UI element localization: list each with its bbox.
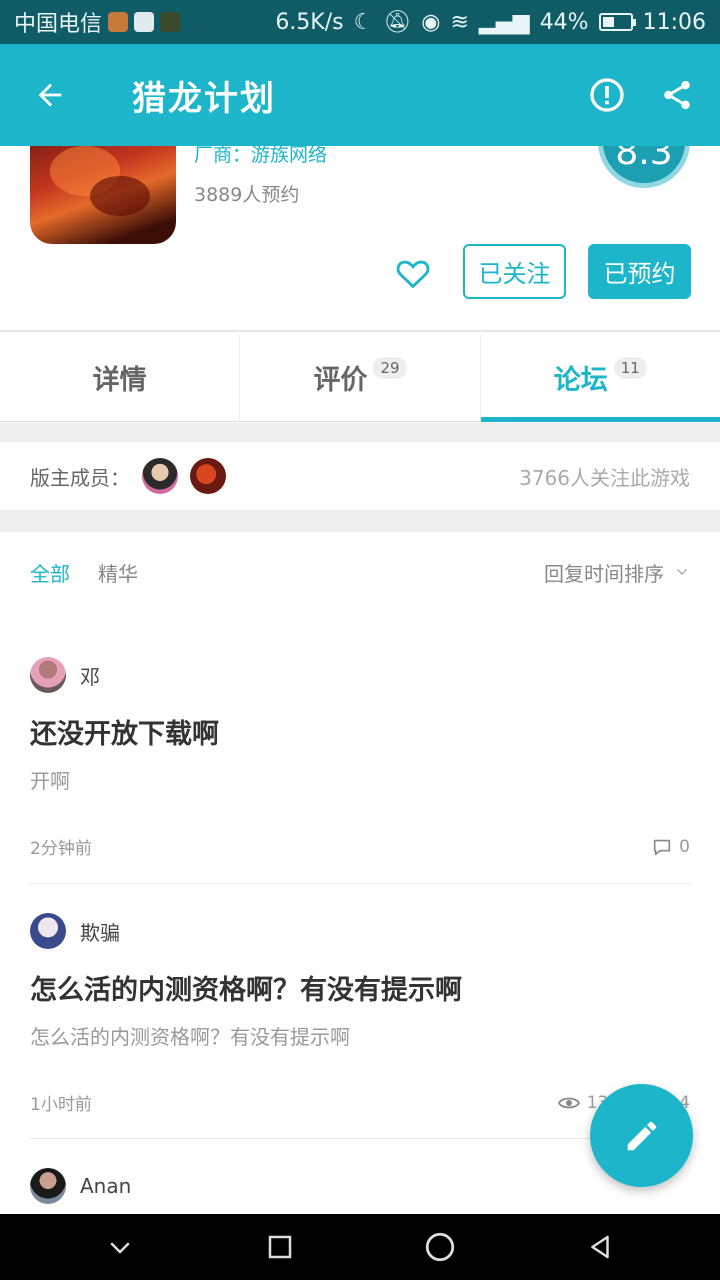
post-author[interactable]: Anan — [30, 1167, 690, 1205]
nav-home-button[interactable] — [410, 1217, 470, 1277]
square-icon — [268, 1235, 292, 1259]
status-left: 中国电信 — [14, 6, 181, 38]
tab-count-badge: 29 — [373, 356, 407, 379]
new-post-button[interactable] — [590, 1084, 693, 1187]
page-title: 猎龙计划 — [132, 78, 276, 119]
battery-icon — [598, 13, 636, 31]
wifi-icon: ≋ — [450, 9, 469, 35]
reserve-count: 3889人预约 — [194, 184, 300, 206]
tab-label: 详情 — [92, 365, 147, 396]
favorite-button[interactable] — [394, 254, 434, 294]
post-time: 2分钟前 — [30, 839, 92, 859]
game-cover-image — [30, 136, 176, 244]
notification-app-icon — [134, 12, 155, 32]
share-icon — [664, 80, 690, 110]
heart-icon — [396, 260, 430, 289]
avatar[interactable] — [142, 458, 178, 494]
tab-forum[interactable]: 论坛 11 — [480, 334, 720, 422]
post-title: 还没开放下载啊 — [30, 719, 219, 750]
mute-icon: 🔕︎ — [383, 9, 412, 35]
avatar — [30, 913, 66, 949]
game-header: 厂商：游族网络 3889人预约 8.3 已关注 已预约 — [0, 106, 720, 332]
post-body: 怎么活的内测资格啊？有没有提示啊 — [30, 1025, 350, 1049]
author-name: 邓 — [80, 664, 100, 689]
circle-icon — [425, 1232, 455, 1262]
nav-collapse-button[interactable] — [90, 1217, 150, 1277]
tab-count-badge: 11 — [613, 356, 647, 379]
carrier-name: 中国电信 — [14, 12, 103, 37]
signal-icon: ▂▄▆ — [478, 9, 530, 35]
back-button[interactable] — [0, 44, 100, 146]
tab-bar: 详情 评价 29 论坛 11 — [0, 334, 720, 422]
app-bar: 猎龙计划 — [0, 44, 720, 146]
back-arrow-icon — [38, 83, 62, 107]
filter-featured[interactable]: 精华 — [98, 558, 138, 587]
tab-details[interactable]: 详情 — [0, 334, 241, 421]
comment-icon — [654, 839, 671, 855]
clock: 11:06 — [642, 9, 706, 35]
notification-app-icon — [108, 12, 129, 32]
status-right: 6.5K/s ☾ 🔕︎ ◉ ≋ ▂▄▆ 44% 11:06 — [275, 10, 706, 35]
post-meta: 2分钟前 0 — [30, 834, 690, 860]
tab-reviews[interactable]: 评价 29 — [240, 334, 481, 421]
reserve-button[interactable]: 已预约 — [588, 244, 691, 299]
notification-app-icon — [160, 12, 181, 32]
comment-count-value: 0 — [679, 836, 690, 857]
sort-label: 回复时间排序 — [544, 561, 664, 586]
follow-button[interactable]: 已关注 — [463, 244, 566, 299]
tab-label: 论坛 — [553, 365, 608, 396]
triangle-back-icon — [591, 1235, 609, 1259]
tab-label: 评价 — [313, 365, 368, 396]
post-author[interactable]: 欺骗 — [30, 912, 690, 950]
system-nav-bar — [0, 1214, 720, 1280]
post-author[interactable]: 邓 — [30, 656, 690, 694]
author-name: 欺骗 — [80, 920, 120, 945]
network-speed: 6.5K/s — [275, 9, 344, 35]
exclamation-circle-icon — [590, 78, 624, 112]
sort-dropdown[interactable]: 回复时间排序 — [544, 558, 690, 587]
chevron-down-icon — [676, 568, 688, 575]
nav-recents-button[interactable] — [250, 1217, 310, 1277]
post-title: 怎么活的内测资格啊？有没有提示啊 — [30, 975, 462, 1006]
post-body: 开啊 — [30, 769, 70, 793]
section-divider — [0, 423, 720, 442]
author-name: Anan — [80, 1174, 132, 1198]
divider — [30, 883, 690, 884]
avatar — [30, 657, 66, 693]
pencil-icon — [627, 1121, 656, 1150]
section-divider — [0, 510, 720, 532]
moderators-row: 版主成员： 3766人关注此游戏 — [0, 442, 720, 510]
post-item[interactable]: 欺骗 怎么活的内测资格啊？有没有提示啊 怎么活的内测资格啊？有没有提示啊 1小时… — [30, 912, 690, 1115]
moderators-label: 版主成员： — [30, 465, 130, 490]
filter-row: 全部 精华 回复时间排序 — [0, 532, 720, 612]
avatar[interactable] — [190, 458, 226, 494]
post-item[interactable]: Anan — [30, 1167, 690, 1205]
post-item[interactable]: 邓 还没开放下载啊 开啊 2分钟前 0 — [30, 656, 690, 859]
chevron-down-icon — [110, 1242, 130, 1254]
avatar — [30, 1168, 66, 1204]
nav-back-button[interactable] — [570, 1217, 630, 1277]
filter-all[interactable]: 全部 — [30, 558, 70, 587]
moon-icon: ☾ — [353, 9, 374, 35]
post-meta: 1小时前 134 4 — [30, 1090, 690, 1116]
eye-icon — [557, 1097, 580, 1108]
report-button[interactable] — [572, 60, 642, 130]
status-bar: 中国电信 6.5K/s ☾ 🔕︎ ◉ ≋ ▂▄▆ 44% 11:06 — [0, 0, 720, 44]
battery-percent: 44% — [539, 9, 589, 35]
eye-icon: ◉ — [421, 9, 441, 35]
followers-count: 3766人关注此游戏 — [519, 465, 690, 490]
app-bar-actions — [572, 60, 720, 130]
share-button[interactable] — [642, 60, 712, 130]
post-time: 1小时前 — [30, 1095, 92, 1115]
comment-count: 0 — [651, 836, 690, 858]
